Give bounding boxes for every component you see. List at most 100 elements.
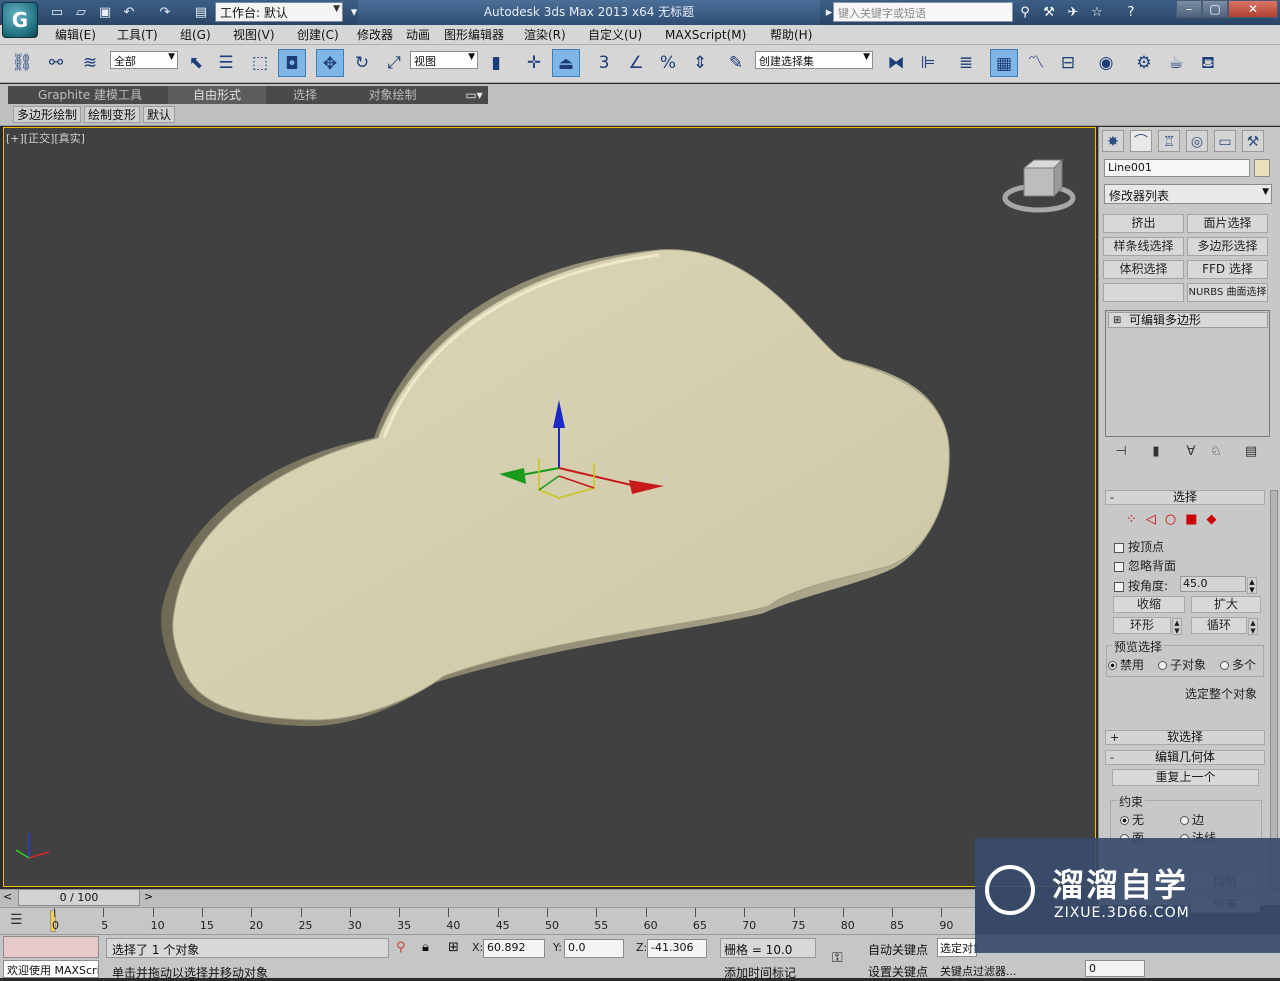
curve-editor-icon[interactable]: 〽 xyxy=(1022,49,1050,77)
redo-icon[interactable]: ↷ xyxy=(156,4,174,21)
remove-modifier-icon[interactable]: ♘ xyxy=(1205,444,1227,462)
align-icon[interactable]: ⊫ xyxy=(914,49,942,77)
spline-select-button[interactable]: 样条线选择 xyxy=(1103,237,1184,256)
minimize-button[interactable]: – xyxy=(1176,0,1202,18)
tab-freeform[interactable]: 自由形式 xyxy=(168,86,266,104)
command-panel-scrollbar[interactable] xyxy=(1270,490,1278,890)
isolate-selection-icon[interactable]: ⚲ xyxy=(396,940,406,955)
rendered-frame-window-icon[interactable]: ☕ xyxy=(1162,49,1190,77)
key-filters-button[interactable]: 关键点过滤器... xyxy=(940,963,1017,979)
menu-view[interactable]: 视图(V) xyxy=(233,26,275,44)
manipulate-icon[interactable]: ✛ xyxy=(520,49,548,77)
empty-modifier-button[interactable] xyxy=(1103,283,1184,302)
current-frame-field[interactable]: 0 xyxy=(1085,960,1145,977)
menu-customize[interactable]: 自定义(U) xyxy=(588,26,642,44)
menu-maxscript[interactable]: MAXScript(M) xyxy=(665,26,746,44)
vol-select-button[interactable]: 体积选择 xyxy=(1103,260,1184,279)
tab-graphite-modeling[interactable]: Graphite 建模工具 xyxy=(30,86,150,104)
viewcube[interactable] xyxy=(1002,158,1076,213)
ring-button[interactable]: 环形 ▲ ▼ xyxy=(1113,617,1182,635)
menu-rendering[interactable]: 渲染(R) xyxy=(524,26,566,44)
select-by-name-icon[interactable]: ☰ xyxy=(212,49,240,77)
tab-selection[interactable]: 选择 xyxy=(275,86,335,104)
edit-named-selection-icon[interactable]: ✎ xyxy=(722,49,750,77)
layer-manager-icon[interactable]: ≣ xyxy=(952,49,980,77)
create-tab-icon[interactable]: ✸ xyxy=(1102,130,1124,152)
configure-modifier-sets-icon[interactable]: ▤ xyxy=(1240,444,1262,462)
constraint-none-radio[interactable]: 无 xyxy=(1120,811,1144,828)
preview-subobject-radio[interactable]: 子对象 xyxy=(1158,656,1206,673)
undo-icon[interactable]: ↶ xyxy=(120,4,138,21)
motion-tab-icon[interactable]: ◎ xyxy=(1186,130,1208,152)
extrude-button[interactable]: 挤出 xyxy=(1103,214,1184,233)
render-production-icon[interactable]: ⛾ xyxy=(1194,49,1222,77)
spinner-icon[interactable]: ▲ ▼ xyxy=(1248,618,1258,635)
app-logo-button[interactable]: G xyxy=(2,2,38,38)
menu-create[interactable]: 创建(C) xyxy=(297,26,339,44)
binoculars-icon[interactable]: ⚲ xyxy=(1016,4,1034,21)
save-icon[interactable]: ▣ xyxy=(96,4,114,21)
time-slider-prev-icon[interactable]: < xyxy=(3,890,12,903)
help-icon[interactable]: ? xyxy=(1122,4,1140,21)
menu-modifiers[interactable]: 修改器 xyxy=(357,26,393,44)
modifier-stack[interactable] xyxy=(1105,310,1270,437)
graphite-ribbon-icon[interactable]: ▦ xyxy=(990,49,1018,77)
open-file-icon[interactable]: ▱ xyxy=(72,4,90,21)
track-bar[interactable] xyxy=(0,907,975,934)
favorites-star-icon[interactable]: ☆ xyxy=(1088,4,1106,21)
tab-object-paint[interactable]: 对象绘制 xyxy=(355,86,430,104)
link-icon[interactable]: ⛓ xyxy=(8,49,36,77)
modifier-list-dropdown[interactable]: 修改器列表 ▼ xyxy=(1104,184,1272,204)
spinner-icon[interactable]: ▲ ▼ xyxy=(1247,577,1257,594)
selection-lock-icon[interactable]: 🔒︎ xyxy=(422,940,429,955)
utilities-tab-icon[interactable]: ⚒ xyxy=(1242,130,1264,152)
menu-tools[interactable]: 工具(T) xyxy=(117,26,158,44)
poly-select-button[interactable]: 多边形选择 xyxy=(1187,237,1268,256)
shrink-button[interactable]: 收缩 xyxy=(1113,596,1185,613)
rectangular-selection-icon[interactable]: ⬚ xyxy=(246,49,274,77)
snap-toggle-icon[interactable]: 3 xyxy=(590,49,618,77)
auto-key-button[interactable]: 自动关键点 xyxy=(868,941,928,958)
add-time-tag-text[interactable]: 添加时间标记 xyxy=(724,964,796,981)
maxscript-listener-box[interactable] xyxy=(3,936,99,958)
ignore-backfacing-checkbox[interactable]: 忽略背面 xyxy=(1114,557,1176,574)
search-input[interactable]: 键入关键字或短语 xyxy=(833,2,1013,22)
named-selection-dropdown[interactable]: 创建选择集 ▼ xyxy=(755,51,873,69)
pivot-center-icon[interactable]: ▮ xyxy=(482,49,510,77)
object-color-swatch[interactable] xyxy=(1254,159,1270,177)
menu-graph-editors[interactable]: 图形编辑器 xyxy=(444,26,504,44)
spinner-snap-icon[interactable]: ⇕ xyxy=(686,49,714,77)
preview-off-radio[interactable]: 禁用 xyxy=(1108,656,1144,673)
make-unique-icon[interactable]: ∀ xyxy=(1180,444,1202,462)
by-vertex-checkbox[interactable]: 按顶点 xyxy=(1114,538,1164,555)
mirror-icon[interactable]: ⧓ xyxy=(882,49,910,77)
selection-filter-dropdown[interactable]: 全部 ▼ xyxy=(110,51,178,69)
mini-curve-editor-icon[interactable]: ☰ xyxy=(10,912,23,928)
menu-edit[interactable]: 编辑(E) xyxy=(55,26,96,44)
reference-coordinate-dropdown[interactable]: 视图 ▼ xyxy=(410,51,478,69)
by-angle-checkbox[interactable]: 按角度: xyxy=(1114,577,1168,594)
menu-animation[interactable]: 动画 xyxy=(406,26,430,44)
percent-snap-icon[interactable]: % xyxy=(654,49,682,77)
time-slider-next-icon[interactable]: > xyxy=(144,890,153,903)
x-coordinate-field[interactable]: 60.892 xyxy=(483,939,545,958)
close-button[interactable]: ✕ xyxy=(1228,0,1278,18)
menu-group[interactable]: 组(G) xyxy=(180,26,211,44)
keyboard-shortcut-override-icon[interactable]: ⏏ xyxy=(552,49,580,77)
maximize-button[interactable]: ▢ xyxy=(1202,0,1228,18)
time-slider-thumb[interactable]: 0 / 100 xyxy=(18,889,140,906)
stack-item-editable-poly[interactable]: ⊞ 可编辑多边形 xyxy=(1108,312,1268,328)
hierarchy-tab-icon[interactable]: ♖ xyxy=(1158,130,1180,152)
select-object-icon[interactable]: ⬉ xyxy=(182,49,210,77)
angle-field[interactable]: 45.0 ▲ ▼ xyxy=(1180,576,1257,594)
pin-stack-icon[interactable]: ⊣ xyxy=(1110,444,1132,462)
ffd-select-button[interactable]: FFD 选择 xyxy=(1187,260,1268,279)
angle-snap-icon[interactable]: ∠ xyxy=(622,49,650,77)
modify-tab-icon[interactable]: ⌒ xyxy=(1130,130,1152,152)
new-file-icon[interactable]: ▭ xyxy=(48,4,66,21)
set-key-button[interactable]: 设置关键点 xyxy=(868,963,928,980)
z-coordinate-field[interactable]: -41.306 xyxy=(647,939,707,958)
object-name-field[interactable]: Line001 xyxy=(1104,159,1250,177)
subscription-icon[interactable]: ⚒ xyxy=(1040,4,1058,21)
expand-plus-icon[interactable]: ⊞ xyxy=(1113,314,1121,328)
